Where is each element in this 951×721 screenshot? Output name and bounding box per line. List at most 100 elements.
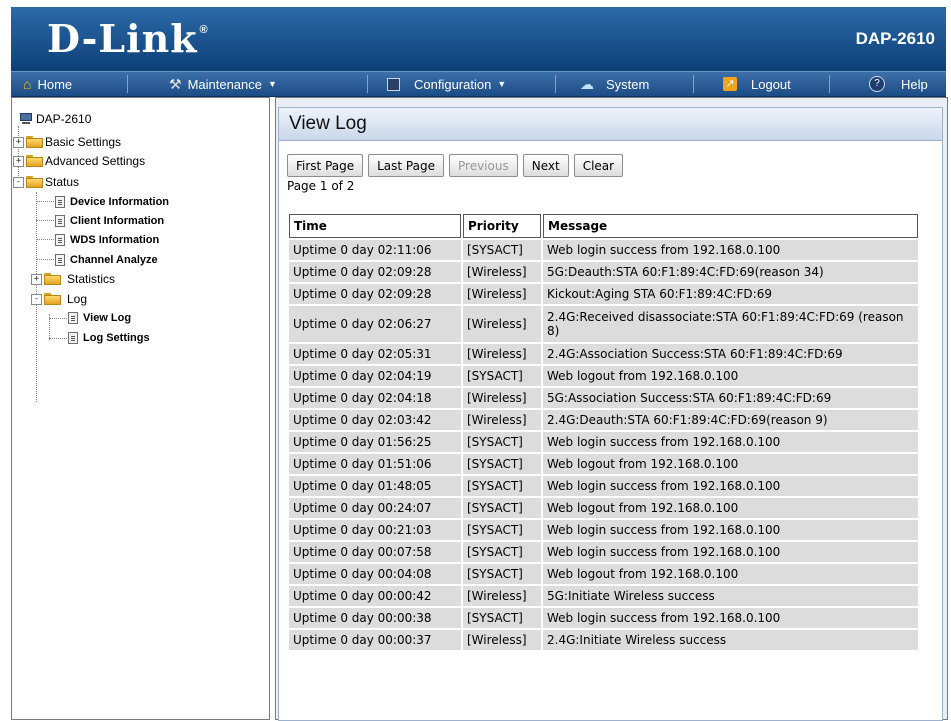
log-cell-time: Uptime 0 day 02:09:28 bbox=[289, 284, 461, 304]
log-cell-message: Web logout from 192.168.0.100 bbox=[543, 564, 918, 584]
log-cell-time: Uptime 0 day 01:48:05 bbox=[289, 476, 461, 496]
sidebar-tree-panel: DAP-2610 + Basic Settings + Advanced Set… bbox=[11, 97, 270, 720]
log-cell-priority: [SYSACT] bbox=[463, 608, 541, 628]
document-icon bbox=[55, 234, 65, 246]
table-row: Uptime 0 day 02:04:19 [SYSACT] Web logout … bbox=[289, 366, 918, 386]
expand-plus-icon[interactable]: + bbox=[13, 136, 24, 148]
table-row: Uptime 0 day 00:24:07 [SYSACT] Web logout … bbox=[289, 498, 918, 518]
first-page-button[interactable]: First Page bbox=[287, 154, 364, 177]
menu-home[interactable]: ⌂ Home bbox=[23, 72, 72, 96]
view-log-panel: View Log First Page Last Page Previous N… bbox=[278, 107, 943, 721]
chevron-down-icon: ▼ bbox=[268, 79, 277, 89]
help-icon: ? bbox=[869, 76, 885, 92]
log-cell-priority: [SYSACT] bbox=[463, 366, 541, 386]
log-cell-priority: [SYSACT] bbox=[463, 520, 541, 540]
log-table: Time Priority Message Uptime 0 day 02:11… bbox=[287, 212, 920, 652]
log-cell-message: 2.4G:Initiate Wireless success bbox=[543, 630, 918, 650]
log-cell-time: Uptime 0 day 02:04:18 bbox=[289, 388, 461, 408]
log-cell-time: Uptime 0 day 00:00:42 bbox=[289, 586, 461, 606]
log-cell-message: 5G:Association Success:STA 60:F1:89:4C:F… bbox=[543, 388, 918, 408]
collapse-minus-icon[interactable]: - bbox=[31, 293, 42, 305]
table-row: Uptime 0 day 00:00:37 [Wireless] 2.4G:Init… bbox=[289, 630, 918, 650]
log-cell-message: Web login success from 192.168.0.100 bbox=[543, 542, 918, 562]
computer-icon bbox=[19, 113, 33, 125]
log-cell-time: Uptime 0 day 01:56:25 bbox=[289, 432, 461, 452]
table-row: Uptime 0 day 02:04:18 [Wireless] 5G:Associ… bbox=[289, 388, 918, 408]
log-cell-message: 2.4G:Received disassociate:STA 60:F1:89:… bbox=[543, 306, 918, 342]
tree-basic-settings[interactable]: + Basic Settings bbox=[13, 134, 121, 150]
log-cell-time: Uptime 0 day 00:04:08 bbox=[289, 564, 461, 584]
log-cell-time: Uptime 0 day 00:24:07 bbox=[289, 498, 461, 518]
last-page-button[interactable]: Last Page bbox=[368, 154, 444, 177]
log-cell-priority: [SYSACT] bbox=[463, 542, 541, 562]
table-row: Uptime 0 day 02:09:28 [Wireless] 5G:Deauth… bbox=[289, 262, 918, 282]
table-row: Uptime 0 day 02:09:28 [Wireless] Kickout:A… bbox=[289, 284, 918, 304]
page-indicator: Page 1 of 2 bbox=[287, 179, 355, 193]
tree-view-log[interactable]: View Log bbox=[68, 310, 131, 326]
model-name: DAP-2610 bbox=[855, 29, 935, 48]
log-cell-message: Kickout:Aging STA 60:F1:89:4C:FD:69 bbox=[543, 284, 918, 304]
log-cell-time: Uptime 0 day 00:21:03 bbox=[289, 520, 461, 540]
expand-plus-icon[interactable]: + bbox=[13, 155, 24, 167]
page-title: View Log bbox=[279, 108, 942, 141]
log-cell-message: Web logout from 192.168.0.100 bbox=[543, 498, 918, 518]
log-cell-time: Uptime 0 day 02:04:19 bbox=[289, 366, 461, 386]
chevron-down-icon: ▼ bbox=[497, 79, 507, 89]
tree-statistics[interactable]: + Statistics bbox=[31, 271, 115, 287]
table-row: Uptime 0 day 00:00:38 [SYSACT] Web login s… bbox=[289, 608, 918, 628]
table-row: Uptime 0 day 01:56:25 [SYSACT] Web login s… bbox=[289, 432, 918, 452]
tree-wds-information[interactable]: WDS Information bbox=[55, 232, 159, 248]
menu-configuration[interactable]: Configuration ▼ bbox=[387, 72, 506, 96]
collapse-minus-icon[interactable]: - bbox=[13, 176, 24, 188]
next-button[interactable]: Next bbox=[522, 154, 569, 177]
log-cell-message: Web login success from 192.168.0.100 bbox=[543, 608, 918, 628]
column-header-priority: Priority bbox=[463, 214, 541, 238]
dlink-logo: D-Link ® bbox=[47, 16, 209, 61]
log-cell-priority: [Wireless] bbox=[463, 410, 541, 430]
table-row: Uptime 0 day 00:00:42 [Wireless] 5G:Initia… bbox=[289, 586, 918, 606]
tree-advanced-settings[interactable]: + Advanced Settings bbox=[13, 153, 145, 169]
log-cell-message: Web login success from 192.168.0.100 bbox=[543, 240, 918, 260]
document-icon bbox=[55, 254, 65, 266]
log-cell-time: Uptime 0 day 00:00:38 bbox=[289, 608, 461, 628]
table-row: Uptime 0 day 02:06:27 [Wireless] 2.4G:Rece… bbox=[289, 306, 918, 342]
table-row: Uptime 0 day 00:21:03 [SYSACT] Web login s… bbox=[289, 520, 918, 540]
document-icon bbox=[55, 215, 65, 227]
system-icon: ☁ bbox=[580, 76, 594, 92]
menu-help[interactable]: ? Help bbox=[869, 72, 928, 96]
log-cell-priority: [SYSACT] bbox=[463, 498, 541, 518]
menu-system[interactable]: ☁ System bbox=[580, 72, 649, 96]
log-cell-priority: [SYSACT] bbox=[463, 476, 541, 496]
log-table-body: Uptime 0 day 02:11:06 [SYSACT] Web login s… bbox=[289, 240, 918, 650]
home-icon: ⌂ bbox=[23, 76, 32, 92]
clear-button[interactable]: Clear bbox=[573, 154, 624, 177]
log-cell-time: Uptime 0 day 01:51:06 bbox=[289, 454, 461, 474]
navigation-tree: DAP-2610 + Basic Settings + Advanced Set… bbox=[12, 98, 269, 719]
log-cell-message: 5G:Initiate Wireless success bbox=[543, 586, 918, 606]
tree-log[interactable]: - Log bbox=[31, 291, 87, 307]
document-icon bbox=[68, 312, 78, 324]
column-header-time: Time bbox=[289, 214, 461, 238]
tree-status[interactable]: - Status bbox=[13, 174, 79, 190]
log-cell-priority: [Wireless] bbox=[463, 630, 541, 650]
log-cell-priority: [Wireless] bbox=[463, 586, 541, 606]
log-cell-priority: [SYSACT] bbox=[463, 432, 541, 452]
app-window: D-Link ® DAP-2610 ⌂ Home ⚒ Maintenance ▼ … bbox=[0, 0, 951, 721]
previous-button[interactable]: Previous bbox=[449, 154, 518, 177]
menu-logout[interactable]: ↗ Logout bbox=[723, 72, 791, 96]
log-cell-priority: [Wireless] bbox=[463, 388, 541, 408]
folder-icon bbox=[26, 136, 43, 148]
menu-maintenance[interactable]: ⚒ Maintenance ▼ bbox=[169, 72, 277, 96]
tree-client-information[interactable]: Client Information bbox=[55, 213, 164, 229]
header-banner: D-Link ® DAP-2610 bbox=[11, 7, 946, 71]
tree-root-device[interactable]: DAP-2610 bbox=[19, 111, 91, 127]
tree-channel-analyze[interactable]: Channel Analyze bbox=[55, 252, 158, 268]
column-header-message: Message bbox=[543, 214, 918, 238]
expand-plus-icon[interactable]: + bbox=[31, 273, 42, 285]
log-cell-message: Web login success from 192.168.0.100 bbox=[543, 476, 918, 496]
log-cell-priority: [SYSACT] bbox=[463, 564, 541, 584]
tree-log-settings[interactable]: Log Settings bbox=[68, 330, 150, 346]
document-icon bbox=[55, 196, 65, 208]
tree-device-information[interactable]: Device Information bbox=[55, 194, 169, 210]
table-row: Uptime 0 day 01:51:06 [SYSACT] Web logout … bbox=[289, 454, 918, 474]
